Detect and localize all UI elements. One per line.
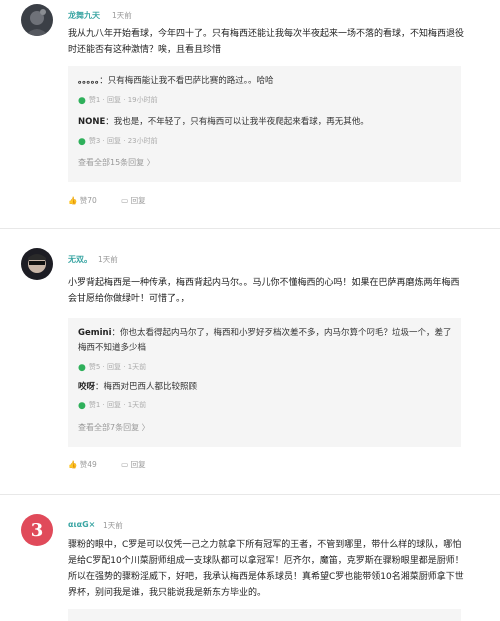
reply-item: Gemini：你也太看得起内马尔了，梅西和小罗好歹档次差不多，内马尔算个叼毛？垃… (78, 326, 453, 356)
comment-text: 我从九八年开始看球，今年四十了。只有梅西还能让我每次半夜起来一场不落的看球，不知… (68, 29, 465, 55)
like-count: 赞49 (79, 460, 97, 469)
reply-like-count[interactable]: 赞1 (89, 401, 100, 409)
username[interactable]: 龙舞九天 (68, 10, 100, 21)
replies-box: Gemini：你也太看得起内马尔了，梅西和小罗好歹档次差不多，内马尔算个叼毛？垃… (68, 318, 461, 447)
view-all-replies-link[interactable]: 查看全部15条回复 〉 (78, 157, 155, 168)
comment-time: 1天前 (103, 521, 123, 530)
comment-text: 小罗背起梅西是一种传承，梅西背起内马尔。。马儿你不懂梅西的心吗！如果在巴萨再磨炼… (68, 278, 460, 304)
comment-time: 1天前 (98, 255, 118, 264)
reply-author[interactable]: 。。。。。 (78, 76, 99, 86)
like-button[interactable]: 👍 赞49 (68, 459, 97, 470)
reply-meta: ● 赞1 · 回复 · 1天前 (78, 401, 147, 411)
like-button[interactable]: 👍 赞70 (68, 195, 97, 206)
reply-item: 咬呀：梅西对巴西人都比较照顾 (78, 380, 453, 395)
comment-text: 骤粉的眼中，C罗是可以仅凭一己之力就拿下所有冠军的王者，不管到哪里，带什么样的球… (68, 540, 464, 598)
reply-button[interactable]: 回复 (107, 137, 121, 145)
divider (0, 494, 500, 495)
view-all-replies-label: 查看全部7条回复 (78, 423, 140, 432)
avatar[interactable] (21, 248, 53, 280)
thumbs-up-icon: 👍 (68, 460, 78, 469)
reply-comment-button[interactable]: ▭ 回复 (121, 459, 145, 470)
chevron-right-icon: 〉 (141, 423, 150, 432)
comment-time: 1天前 (112, 11, 132, 20)
comment-bubble-icon: ▭ (121, 196, 129, 205)
like-count: 赞70 (79, 196, 97, 205)
view-all-replies-label: 查看全部15条回复 (78, 158, 145, 167)
reply-text: ：只有梅西能让我不看巴萨比赛的路过。。哈哈 (99, 76, 274, 86)
reply-text: ：我也是，不年轻了，只有梅西可以让我半夜爬起来看球，再无其他。 (105, 117, 369, 127)
comment-bubble-icon: ▭ (121, 460, 129, 469)
like-icon[interactable]: ● (78, 137, 86, 147)
reply-item: 。。。。。：只有梅西能让我不看巴萨比赛的路过。。哈哈 (78, 74, 453, 89)
like-icon[interactable]: ● (78, 363, 86, 373)
comment-actions: 👍 赞49 ▭ 回复 (68, 459, 146, 470)
reply-text: ：梅西对巴西人都比较照顾 (95, 382, 198, 392)
reply-time: 1天前 (127, 363, 147, 371)
replies-box: 。。。。。：只有梅西能让我不看巴萨比赛的路过。。哈哈 ● 赞1 · 回复 · 19… (68, 66, 461, 182)
reply-button[interactable]: 回复 (107, 363, 121, 371)
reply-time: 1天前 (127, 401, 147, 409)
reply-like-count[interactable]: 赞3 (89, 137, 100, 145)
like-icon[interactable]: ● (78, 96, 86, 106)
reply-author[interactable]: 咬呀 (78, 382, 95, 392)
reply-item: NONE：我也是，不年轻了，只有梅西可以让我半夜爬起来看球，再无其他。 (78, 115, 453, 130)
reply-like-count[interactable]: 赞1 (89, 96, 100, 104)
view-all-replies-link[interactable]: 查看全部7条回复 〉 (78, 422, 150, 433)
reply-button[interactable]: 回复 (107, 96, 121, 104)
replies-box (68, 609, 461, 621)
avatar[interactable] (21, 4, 53, 36)
reply-like-count[interactable]: 赞5 (89, 363, 100, 371)
reply-author[interactable]: NONE (78, 117, 105, 127)
thumbs-up-icon: 👍 (68, 196, 78, 205)
chevron-right-icon: 〉 (146, 158, 155, 167)
reply-time: 19小时前 (127, 96, 158, 104)
reply-label: 回复 (130, 460, 146, 469)
divider (0, 228, 500, 229)
username[interactable]: αιαG× (68, 520, 95, 529)
reply-button[interactable]: 回复 (107, 401, 121, 409)
avatar-text: 3 (30, 519, 44, 541)
avatar[interactable]: 3 (21, 514, 53, 546)
reply-meta: ● 赞3 · 回复 · 23小时前 (78, 137, 158, 147)
like-icon[interactable]: ● (78, 401, 86, 411)
reply-time: 23小时前 (127, 137, 158, 145)
comment-actions: 👍 赞70 ▭ 回复 (68, 195, 146, 206)
reply-meta: ● 赞5 · 回复 · 1天前 (78, 363, 147, 373)
username[interactable]: 无双。 (68, 254, 92, 265)
reply-label: 回复 (130, 196, 146, 205)
reply-comment-button[interactable]: ▭ 回复 (121, 195, 145, 206)
reply-meta: ● 赞1 · 回复 · 19小时前 (78, 96, 158, 106)
reply-text: ：你也太看得起内马尔了，梅西和小罗好歹档次差不多，内马尔算个叼毛？垃圾一个，差了… (78, 328, 452, 353)
reply-author[interactable]: Gemini (78, 328, 111, 338)
